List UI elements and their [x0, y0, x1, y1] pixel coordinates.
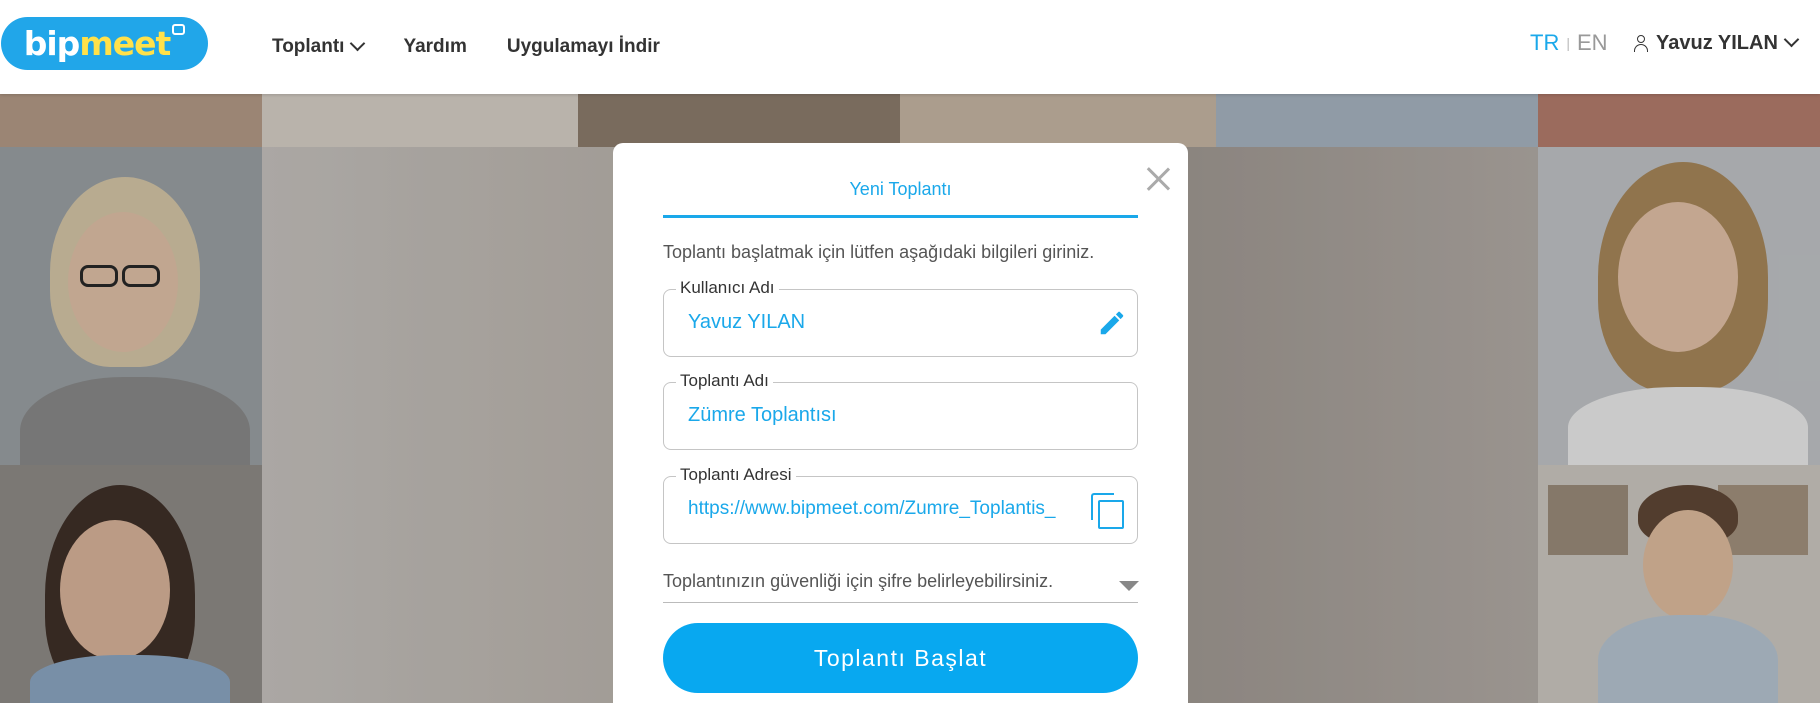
meeting-address-value[interactable]: https://www.bipmeet.com/Zumre_Toplantis_ — [688, 498, 1078, 520]
dropdown-arrow-icon — [1119, 581, 1139, 591]
close-icon[interactable] — [1143, 163, 1173, 193]
user-icon — [1634, 35, 1648, 52]
password-hint-text: Toplantınızın güvenliği için şifre belir… — [663, 571, 1054, 591]
username-field[interactable]: Kullanıcı Adı Yavuz YILAN — [663, 278, 1138, 357]
start-meeting-button[interactable]: Toplantı Başlat — [663, 623, 1138, 693]
chevron-down-icon — [1783, 31, 1800, 48]
new-meeting-dialog: Yeni Toplantı Toplantı başlatmak için lü… — [613, 143, 1188, 703]
meeting-name-value[interactable]: Zümre Toplantısı — [688, 404, 1078, 427]
copy-icon[interactable] — [1091, 493, 1125, 529]
logo-text-meet: meet — [79, 24, 171, 63]
bipmeet-logo[interactable]: bipmeet — [1, 17, 208, 70]
meeting-address-label: Toplantı Adresi — [676, 465, 796, 485]
logo-text-bip: bip — [23, 24, 81, 63]
nav-download-app[interactable]: Uygulamayı İndir — [507, 36, 660, 58]
main-nav: Toplantı Yardım Uygulamayı İndir — [272, 0, 660, 94]
username-label: Kullanıcı Adı — [676, 278, 779, 298]
user-name: Yavuz YILAN — [1656, 32, 1778, 54]
lang-tr[interactable]: TR — [1530, 30, 1559, 56]
nav-meeting-label: Toplantı — [272, 36, 345, 57]
lang-en[interactable]: EN — [1577, 30, 1608, 56]
top-header: bipmeet Toplantı Yardım Uygulamayı İndir… — [0, 0, 1820, 94]
nav-meeting-dropdown[interactable]: Toplantı — [272, 35, 366, 58]
tab-active-indicator — [663, 215, 1138, 218]
tab-new-meeting[interactable]: Yeni Toplantı — [663, 179, 1138, 200]
meeting-name-label: Toplantı Adı — [676, 371, 773, 391]
lang-separator: | — [1566, 35, 1570, 51]
instruction-text: Toplantı başlatmak için lütfen aşağıdaki… — [663, 242, 1095, 262]
meeting-address-field[interactable]: Toplantı Adresi https://www.bipmeet.com/… — [663, 465, 1138, 544]
meeting-name-field[interactable]: Toplantı Adı Zümre Toplantısı — [663, 371, 1138, 450]
user-menu[interactable]: Yavuz YILAN — [1634, 31, 1800, 55]
language-switcher: TR | EN — [1530, 30, 1608, 56]
pencil-icon[interactable] — [1097, 308, 1127, 338]
username-value[interactable]: Yavuz YILAN — [688, 311, 1078, 334]
password-dropdown[interactable]: Toplantınızın güvenliği için şifre belir… — [663, 571, 1139, 603]
chevron-down-icon — [350, 35, 366, 51]
nav-help[interactable]: Yardım — [403, 36, 466, 58]
logo-camera-icon — [172, 24, 186, 35]
